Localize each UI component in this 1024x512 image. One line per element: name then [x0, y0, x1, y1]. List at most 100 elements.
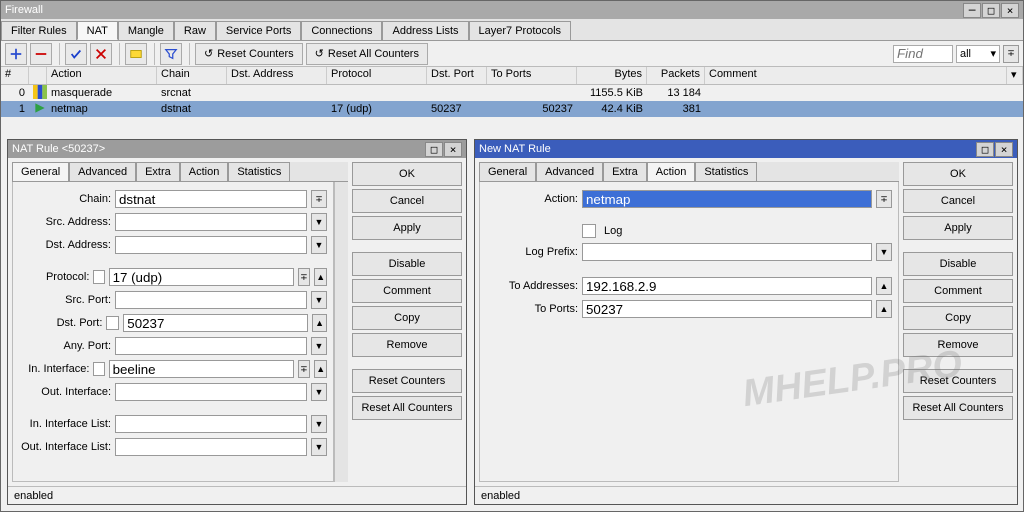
col-bytes[interactable]: Bytes [577, 67, 647, 84]
dialog-maximize-icon[interactable]: □ [425, 142, 443, 157]
protocol-dropdown-icon[interactable]: ∓ [298, 268, 311, 286]
copy-button[interactable]: Copy [903, 306, 1013, 330]
subtab-statistics[interactable]: Statistics [228, 162, 290, 181]
form-scrollbar[interactable] [334, 182, 348, 482]
copy-button[interactable]: Copy [352, 306, 462, 330]
reset-counters-button[interactable]: ↺ Reset Counters [195, 43, 303, 65]
subtab-advanced[interactable]: Advanced [536, 162, 603, 181]
expand-icon[interactable]: ▼ [311, 291, 327, 309]
filter-scope-select[interactable]: all ▾ [956, 45, 1000, 63]
table-row[interactable]: 0 masquerade srcnat 1155.5 KiB 13 184 [1, 85, 1023, 101]
remove-button[interactable]: Remove [903, 333, 1013, 357]
expand-icon[interactable]: ▼ [876, 243, 892, 261]
col-packets[interactable]: Packets [647, 67, 705, 84]
col-chain[interactable]: Chain [157, 67, 227, 84]
col-dstaddr[interactable]: Dst. Address [227, 67, 327, 84]
collapse-icon[interactable]: ▲ [876, 277, 892, 295]
cancel-button[interactable]: Cancel [352, 189, 462, 213]
col-dstport[interactable]: Dst. Port [427, 67, 487, 84]
filter-icon[interactable] [160, 43, 182, 65]
find-input[interactable] [893, 45, 953, 63]
outiflist-input[interactable] [115, 438, 307, 456]
ok-button[interactable]: OK [352, 162, 462, 186]
col-flag[interactable] [29, 67, 47, 84]
chain-dropdown-icon[interactable]: ∓ [311, 190, 327, 208]
col-action[interactable]: Action [47, 67, 157, 84]
comment-button[interactable]: Comment [352, 279, 462, 303]
collapse-icon[interactable]: ▲ [314, 360, 327, 378]
subtab-general[interactable]: General [479, 162, 536, 181]
cancel-button[interactable]: Cancel [903, 189, 1013, 213]
ok-button[interactable]: OK [903, 162, 1013, 186]
subtab-action[interactable]: Action [647, 162, 696, 181]
inif-invert-checkbox[interactable] [93, 362, 104, 376]
expand-icon[interactable]: ▼ [311, 383, 327, 401]
expand-icon[interactable]: ▼ [311, 415, 327, 433]
tab-connections[interactable]: Connections [301, 21, 382, 40]
expand-icon[interactable]: ▼ [311, 213, 327, 231]
comment-button[interactable]: Comment [903, 279, 1013, 303]
tab-nat[interactable]: NAT [77, 21, 118, 40]
inif-input[interactable] [109, 360, 294, 378]
reset-all-counters-button[interactable]: Reset All Counters [903, 396, 1013, 420]
col-comment[interactable]: Comment [705, 67, 1007, 84]
dialog-titlebar[interactable]: NAT Rule <50237> □ × [8, 140, 466, 158]
subtab-extra[interactable]: Extra [136, 162, 180, 181]
srcport-input[interactable] [115, 291, 307, 309]
logprefix-input[interactable] [582, 243, 872, 261]
reset-all-counters-button[interactable]: Reset All Counters [352, 396, 462, 420]
disable-button[interactable] [90, 43, 112, 65]
log-checkbox[interactable] [582, 224, 596, 238]
reset-counters-button[interactable]: Reset Counters [903, 369, 1013, 393]
inif-dropdown-icon[interactable]: ∓ [298, 360, 311, 378]
toports-input[interactable] [582, 300, 872, 318]
dstport-input[interactable] [123, 314, 308, 332]
srcaddr-input[interactable] [115, 213, 307, 231]
subtab-extra[interactable]: Extra [603, 162, 647, 181]
subtab-advanced[interactable]: Advanced [69, 162, 136, 181]
col-num[interactable]: # [1, 67, 29, 84]
disable-button[interactable]: Disable [903, 252, 1013, 276]
collapse-icon[interactable]: ▲ [314, 268, 327, 286]
dialog-close-icon[interactable]: × [444, 142, 462, 157]
tab-raw[interactable]: Raw [174, 21, 216, 40]
protocol-invert-checkbox[interactable] [93, 270, 104, 284]
enable-button[interactable] [65, 43, 87, 65]
dialog-close-icon[interactable]: × [995, 142, 1013, 157]
col-protocol[interactable]: Protocol [327, 67, 427, 84]
protocol-input[interactable] [109, 268, 294, 286]
dstport-invert-checkbox[interactable] [106, 316, 119, 330]
collapse-icon[interactable]: ▲ [876, 300, 892, 318]
tab-filter-rules[interactable]: Filter Rules [1, 21, 77, 40]
dialog-titlebar[interactable]: New NAT Rule □ × [475, 140, 1017, 158]
col-toports[interactable]: To Ports [487, 67, 577, 84]
col-menu[interactable]: ▾ [1007, 67, 1023, 84]
iniflist-input[interactable] [115, 415, 307, 433]
action-input[interactable] [582, 190, 872, 208]
subtab-statistics[interactable]: Statistics [695, 162, 757, 181]
filter-apply-button[interactable]: ∓ [1003, 45, 1019, 63]
tab-layer7[interactable]: Layer7 Protocols [469, 21, 572, 40]
close-icon[interactable]: × [1001, 3, 1019, 18]
dialog-maximize-icon[interactable]: □ [976, 142, 994, 157]
disable-button[interactable]: Disable [352, 252, 462, 276]
maximize-icon[interactable]: □ [982, 3, 1000, 18]
reset-counters-button[interactable]: Reset Counters [352, 369, 462, 393]
action-dropdown-icon[interactable]: ∓ [876, 190, 892, 208]
apply-button[interactable]: Apply [352, 216, 462, 240]
expand-icon[interactable]: ▼ [311, 438, 327, 456]
expand-icon[interactable]: ▼ [311, 337, 327, 355]
add-button[interactable] [5, 43, 27, 65]
subtab-action[interactable]: Action [180, 162, 229, 181]
remove-button[interactable]: Remove [352, 333, 462, 357]
reset-all-counters-button[interactable]: ↺ Reset All Counters [306, 43, 428, 65]
subtab-general[interactable]: General [12, 162, 69, 181]
collapse-icon[interactable]: ▲ [312, 314, 327, 332]
anyport-input[interactable] [115, 337, 307, 355]
comment-button[interactable] [125, 43, 147, 65]
tab-mangle[interactable]: Mangle [118, 21, 174, 40]
expand-icon[interactable]: ▼ [311, 236, 327, 254]
outif-input[interactable] [115, 383, 307, 401]
dstaddr-input[interactable] [115, 236, 307, 254]
remove-button[interactable] [30, 43, 52, 65]
